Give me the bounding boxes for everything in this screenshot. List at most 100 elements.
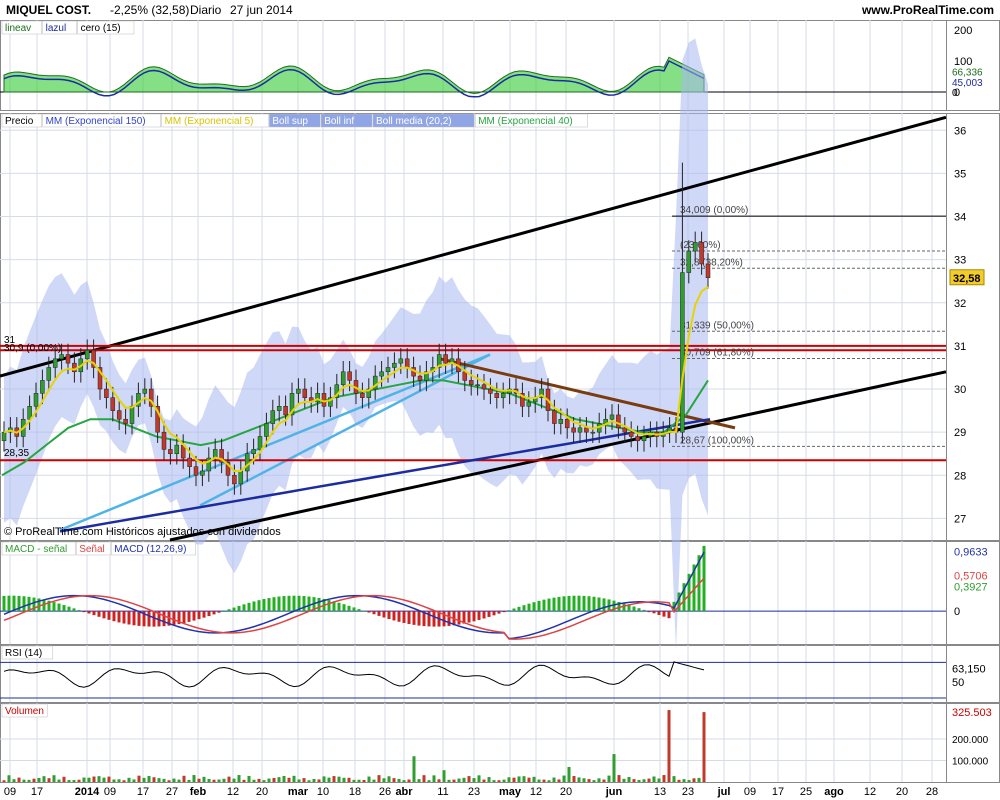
volume-bar: [332, 776, 336, 782]
candle-body: [392, 362, 397, 368]
volume-bar: [592, 780, 596, 782]
volume-bar: [102, 777, 106, 782]
volume-bar: [132, 779, 136, 782]
volume-bar: [492, 780, 496, 782]
macd-histogram-bar: [107, 611, 111, 620]
macd-histogram-bar: [247, 602, 251, 612]
site-link[interactable]: www.ProRealTime.com: [861, 3, 994, 17]
volume-value-tag: 325.503: [952, 707, 992, 719]
candle-body: [584, 427, 589, 433]
volume-bar: [277, 777, 281, 782]
macd-histogram-bar: [382, 611, 386, 618]
volume-bar: [607, 775, 611, 782]
x-tick-label: 17: [137, 786, 149, 798]
volume-bar: [357, 779, 361, 782]
macd-histogram-bar: [212, 611, 216, 615]
volume-bar: [662, 775, 666, 782]
rsi-value-tag: 63,150: [952, 663, 986, 675]
macd-histogram-bar: [117, 611, 121, 623]
macd-histogram-bar: [112, 611, 116, 622]
x-tick-label: 09: [4, 786, 16, 798]
macd-histogram-bar: [542, 599, 546, 612]
candle-body: [347, 371, 352, 381]
macd-histogram-bar: [72, 608, 76, 612]
fib-label: 30,709 (61,80%): [680, 347, 754, 358]
macd-histogram-bar: [282, 596, 286, 612]
volume-bar: [577, 777, 581, 782]
volume-bar: [382, 778, 386, 782]
volume-bar: [107, 776, 111, 782]
legend-item: MACD - señal: [5, 544, 67, 555]
macd-histogram-bar: [622, 603, 626, 612]
candle-body: [686, 250, 692, 273]
volume-bar: [557, 779, 561, 782]
macd-histogram-bar: [217, 611, 221, 613]
candle-body: [398, 358, 404, 364]
macd-histogram-bar: [132, 611, 136, 626]
candle-body: [321, 393, 327, 407]
macd-histogram-bar: [207, 611, 211, 617]
candle-body: [168, 449, 173, 454]
macd-histogram-bar: [477, 611, 481, 620]
candle-body: [443, 354, 448, 364]
volume-bar: [232, 778, 236, 782]
x-tick-label: 23: [468, 786, 480, 798]
volume-bar: [682, 779, 686, 782]
candle-body: [302, 388, 308, 398]
legend-item: Boll inf: [324, 116, 354, 127]
volume-bar: [527, 777, 531, 782]
candle-body: [699, 242, 704, 265]
macd-histogram-bar: [397, 611, 401, 622]
x-tick-label: feb: [190, 786, 207, 798]
macd-histogram-bar: [642, 609, 646, 612]
volume-bar: [417, 779, 421, 782]
candle-body: [174, 444, 180, 454]
macd-histogram-bar: [197, 611, 201, 620]
candle-body: [296, 388, 301, 394]
volume-bar: [397, 778, 401, 782]
candle-body: [129, 406, 135, 424]
candle-body: [46, 367, 52, 381]
x-tick-label: 26: [379, 786, 391, 798]
volume-bar: [12, 779, 16, 782]
volume-bar: [137, 775, 141, 782]
macd-histogram-bar: [342, 604, 346, 612]
volume-bar: [542, 779, 546, 782]
candle-body: [187, 457, 192, 467]
candle-body: [680, 272, 685, 433]
candle-body: [577, 427, 583, 433]
volume-bar: [287, 777, 291, 782]
volume-bar: [452, 779, 456, 782]
macd-histogram-bar: [567, 595, 571, 612]
macd-value-tag: 0: [954, 606, 960, 618]
macd-histogram-bar: [272, 597, 276, 612]
volume-bar: [367, 776, 371, 782]
macd-histogram-bar: [482, 611, 486, 619]
macd-histogram-bar: [7, 595, 11, 612]
osc-value-tag: 0: [952, 88, 958, 99]
legend-item: MACD (12,26,9): [114, 544, 186, 555]
macd-histogram-bar: [102, 611, 106, 619]
volume-bar: [647, 778, 651, 782]
volume-bar: [117, 779, 121, 782]
candle-body: [238, 470, 244, 485]
price-axis-label: 28: [954, 470, 966, 482]
macd-histogram-bar: [517, 606, 521, 612]
volume-bar: [197, 778, 201, 782]
candle-body: [616, 414, 621, 429]
fib-label: 28,67 (100,00%): [680, 435, 754, 446]
volume-bar: [427, 780, 431, 782]
vol-axis-label: 200.000: [952, 735, 989, 746]
macd-histogram-bar: [187, 611, 191, 622]
support-label: 28,35: [4, 448, 29, 459]
macd-histogram-bar: [12, 595, 16, 612]
macd-histogram-bar: [222, 610, 226, 612]
volume-bar: [307, 780, 311, 782]
macd-histogram-bar: [97, 611, 101, 617]
macd-histogram-bar: [647, 611, 651, 613]
macd-histogram-bar: [577, 595, 581, 612]
volume-bar: [702, 712, 706, 782]
candle-body: [340, 371, 346, 385]
volume-bar: [467, 776, 471, 782]
volume-bar: [167, 780, 171, 782]
